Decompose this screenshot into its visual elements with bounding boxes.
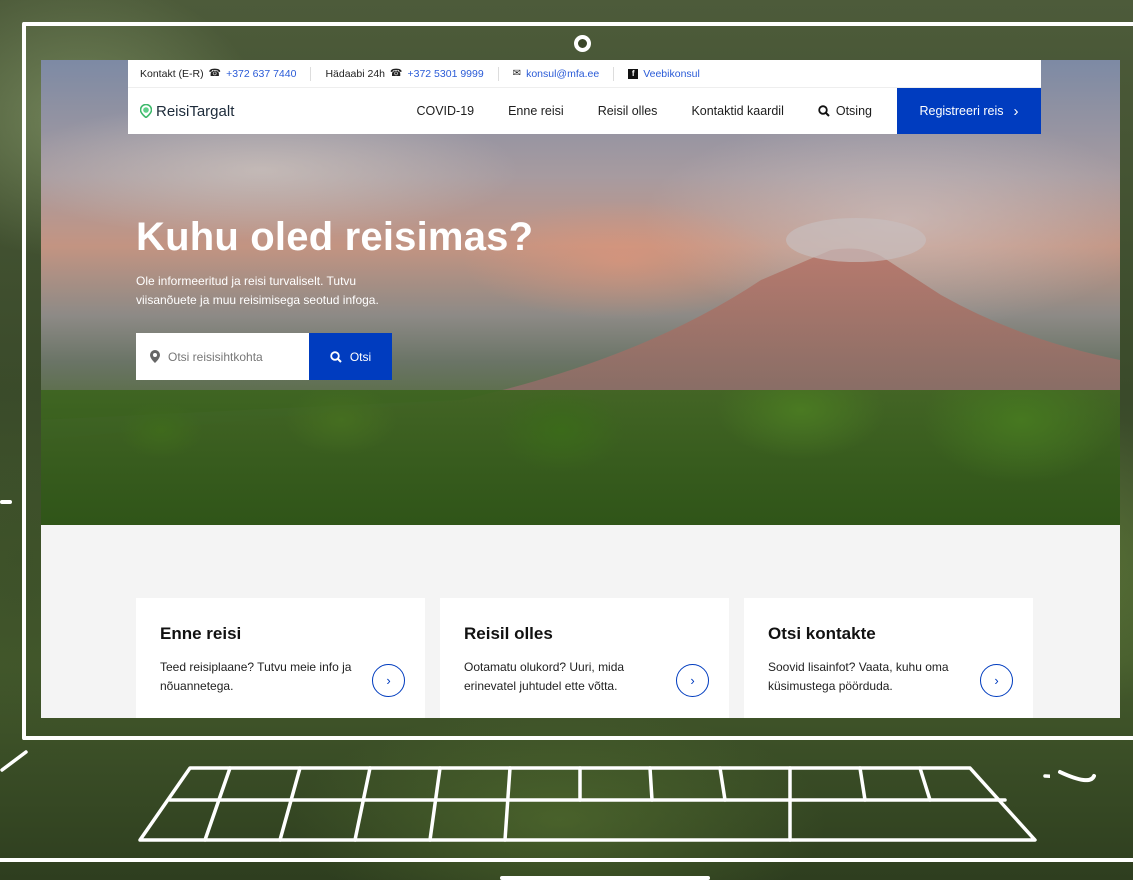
logo-pin-icon [140, 104, 152, 118]
contact-label: Kontakt (E-R) [140, 67, 204, 80]
hero-title: Kuhu oled reisimas? [136, 215, 534, 259]
card-title: Otsi kontakte [768, 624, 876, 643]
logo-text: ReisiTargalt [156, 102, 235, 120]
arrow-right-icon[interactable]: › [676, 664, 709, 697]
decorative-stroke-right [1058, 770, 1096, 783]
phone-icon: ☎ [208, 68, 222, 79]
emergency-phone-link[interactable]: +372 5301 9999 [407, 68, 483, 80]
email-link[interactable]: konsul@mfa.ee [526, 68, 599, 80]
contact-phone-link[interactable]: +372 637 7440 [226, 68, 296, 80]
site-logo[interactable]: ReisiTargalt [140, 103, 234, 120]
chevron-right-icon: › [1013, 102, 1019, 120]
main-navigation: ReisiTargalt COVID-19 Enne reisi Reisil … [128, 88, 1041, 134]
destination-search-input[interactable]: Otsi reisisihtkohta [136, 333, 309, 380]
nav-item-covid[interactable]: COVID-19 [399, 104, 491, 118]
nav-search[interactable]: Otsing [801, 104, 889, 118]
laptop-base-notch [500, 876, 710, 880]
emergency-label: Hädaabi 24h [325, 67, 386, 80]
emergency-phone-group: Hädaabi 24h ☎ +372 5301 9999 [325, 66, 499, 81]
contact-phone-group: Kontakt (E-R) ☎ +372 637 7440 [140, 66, 312, 81]
card-find-contacts[interactable]: Otsi kontakte Soovid lisainfot? Vaata, k… [744, 598, 1033, 718]
laptop-keyboard-illustration [138, 766, 1050, 842]
card-before-trip[interactable]: Enne reisi Teed reisiplaane? Tutvu meie … [136, 598, 425, 718]
arrow-right-icon[interactable]: › [980, 664, 1013, 697]
register-trip-label: Registreeri reis [919, 104, 1004, 118]
email-group: ✉ konsul@mfa.ee [512, 66, 615, 81]
search-icon [818, 105, 830, 117]
laptop-base-line [0, 858, 1133, 862]
search-icon [330, 350, 342, 363]
facebook-link[interactable]: Veebikonsul [643, 68, 700, 80]
search-placeholder: Otsi reisisihtkohta [168, 349, 263, 364]
search-button-label: Otsi [349, 349, 372, 364]
nav-menu: COVID-19 Enne reisi Reisil olles Kontakt… [399, 88, 1041, 134]
card-during-trip[interactable]: Reisil olles Ootamatu olukord? Uuri, mid… [440, 598, 729, 718]
nav-search-label: Otsing [835, 104, 872, 118]
contact-bar: Kontakt (E-R) ☎ +372 637 7440 Hädaabi 24… [128, 60, 1041, 88]
decorative-stroke-left [0, 750, 28, 772]
hero-subtitle: Ole informeeritud ja reisi turvaliselt. … [136, 274, 379, 307]
nav-item-during-trip[interactable]: Reisil olles [581, 104, 675, 118]
nav-item-contacts-map[interactable]: Kontaktid kaardil [674, 104, 800, 118]
nav-item-before-trip[interactable]: Enne reisi [491, 104, 581, 118]
card-text: Ootamatu olukord? Uuri, mida erinevatel … [464, 660, 625, 693]
decorative-stroke [0, 500, 12, 504]
location-pin-icon [150, 350, 160, 363]
facebook-icon: f [628, 68, 639, 79]
laptop-camera [574, 35, 591, 52]
forest-image [41, 390, 1120, 525]
search-button[interactable]: Otsi [309, 333, 392, 380]
card-text: Teed reisiplaane? Tutvu meie info ja nõu… [160, 660, 352, 693]
phone-icon: ☎ [390, 68, 403, 79]
mail-icon: ✉ [512, 68, 522, 79]
website-screen: Kuhu oled reisimas? Ole informeeritud ja… [41, 60, 1120, 718]
register-trip-button[interactable]: Registreeri reis › [897, 88, 1041, 134]
arrow-right-icon[interactable]: › [372, 664, 405, 697]
card-text: Soovid lisainfot? Vaata, kuhu oma küsimu… [768, 660, 949, 693]
facebook-group: f Veebikonsul [628, 67, 714, 81]
card-title: Enne reisi [160, 624, 242, 643]
card-title: Reisil olles [464, 624, 553, 643]
